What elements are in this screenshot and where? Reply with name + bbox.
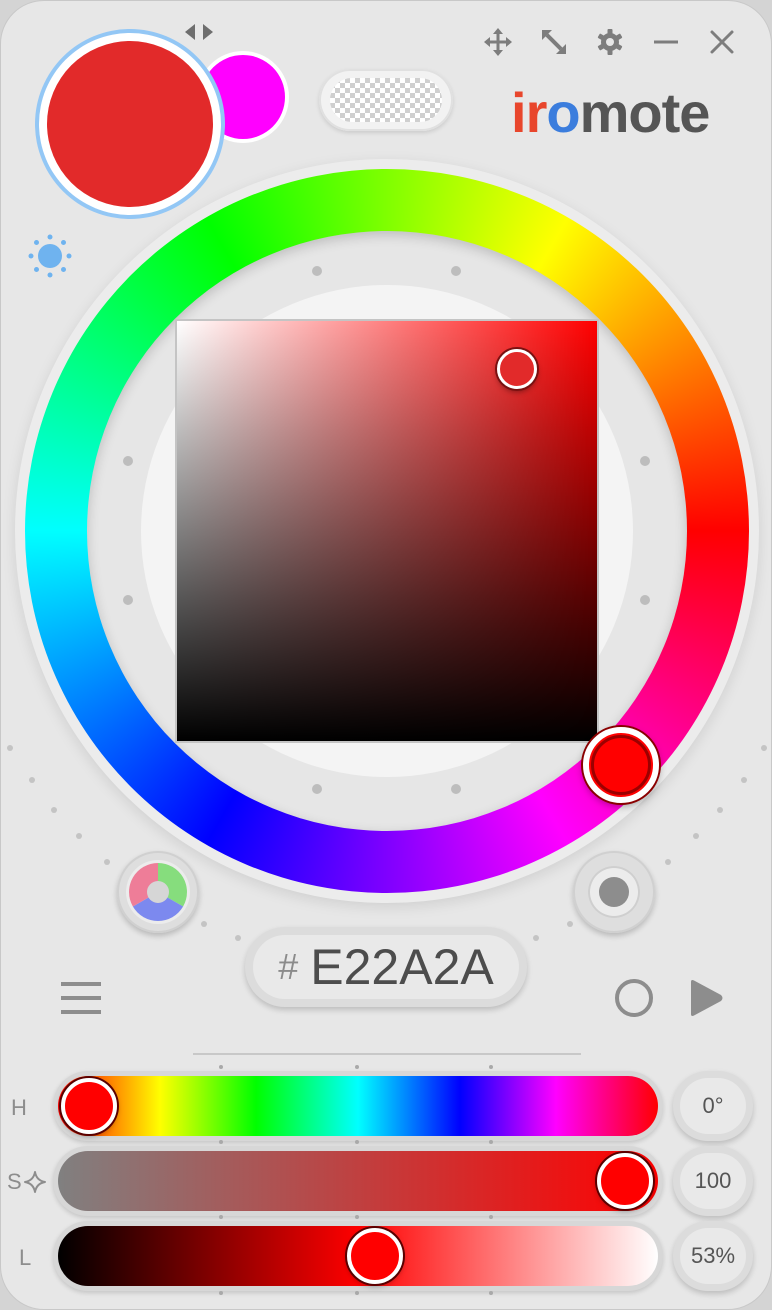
arc-dot — [29, 777, 35, 783]
saturation-value-box[interactable]: 100 — [673, 1146, 753, 1216]
wheel-guide-dot — [451, 784, 461, 794]
wheel-guide-dot — [312, 784, 322, 794]
close-button[interactable] — [705, 25, 739, 59]
harmony-mode-button[interactable] — [117, 851, 199, 933]
slider-tick — [355, 1291, 359, 1295]
slider-tick — [355, 1215, 359, 1219]
slider-tick — [219, 1291, 223, 1295]
circle-icon[interactable] — [613, 977, 655, 1019]
saturation-value[interactable]: 100 — [680, 1153, 746, 1209]
wheel-guide-dot — [451, 266, 461, 276]
sparkle-icon[interactable] — [23, 1170, 47, 1194]
arc-dot — [235, 935, 241, 941]
transparency-checker — [330, 78, 442, 122]
hex-input-inner: # E22A2A — [253, 935, 519, 999]
saturation-value-square[interactable] — [177, 321, 597, 741]
minimize-icon — [654, 40, 678, 44]
hue-slider-knob[interactable] — [61, 1078, 117, 1134]
saturation-slider-label: S — [7, 1169, 22, 1194]
saturation-slider[interactable] — [53, 1146, 663, 1216]
slider-tick — [219, 1140, 223, 1144]
primary-color-fill — [47, 41, 213, 207]
arc-dot — [104, 859, 110, 865]
saturation-slider-knob[interactable] — [597, 1153, 653, 1209]
transparent-color-button[interactable] — [319, 69, 453, 131]
lightness-slider[interactable] — [53, 1221, 663, 1291]
hex-hash-symbol: # — [278, 946, 299, 987]
slider-tick — [489, 1291, 493, 1295]
saturation-gradient — [58, 1151, 658, 1211]
move-icon — [484, 28, 512, 56]
hue-value-box[interactable]: 0° — [673, 1071, 753, 1141]
lightness-slider-label: L — [19, 1245, 32, 1270]
slider-tick — [219, 1065, 223, 1069]
gear-icon — [597, 29, 623, 55]
arc-dot — [717, 807, 723, 813]
app-logo: iromote — [511, 81, 710, 144]
menu-icon[interactable] — [59, 979, 103, 1017]
resize-button[interactable] — [537, 25, 571, 59]
lightness-value-box[interactable]: 53% — [673, 1221, 753, 1291]
swap-colors-icon[interactable] — [181, 21, 217, 43]
arc-dot — [51, 807, 57, 813]
saturation-value-handle[interactable] — [497, 349, 537, 389]
move-button[interactable] — [481, 25, 515, 59]
record-button-inner — [588, 866, 640, 918]
arc-dot — [741, 777, 747, 783]
arc-dot — [761, 745, 767, 751]
wheel-guide-dot — [640, 595, 650, 605]
arc-dot — [665, 859, 671, 865]
color-picker-window: iromote # E22A2A H 0° S 100 L 53% — [0, 0, 772, 1310]
hue-value[interactable]: 0° — [680, 1078, 746, 1134]
hex-input-box[interactable]: # E22A2A — [245, 927, 527, 1007]
record-button[interactable] — [573, 851, 655, 933]
slider-tick — [489, 1065, 493, 1069]
play-icon[interactable] — [685, 977, 727, 1019]
slider-tick — [489, 1215, 493, 1219]
wheel-guide-dot — [312, 266, 322, 276]
close-icon — [710, 30, 734, 54]
saturation-label-group: S — [7, 1169, 47, 1195]
hue-ring-handle[interactable] — [583, 727, 659, 803]
record-dot-icon — [599, 877, 629, 907]
color-harmony-icon — [126, 860, 190, 924]
arc-dot — [7, 745, 13, 751]
arc-dot — [567, 921, 573, 927]
wheel-guide-dot — [123, 456, 133, 466]
section-divider — [193, 1053, 581, 1055]
arc-dot — [533, 935, 539, 941]
arc-dot — [76, 833, 82, 839]
wheel-guide-dot — [640, 456, 650, 466]
brightness-icon[interactable] — [27, 233, 73, 279]
hue-slider[interactable] — [53, 1071, 663, 1141]
lightness-value[interactable]: 53% — [680, 1228, 746, 1284]
hex-value[interactable]: E22A2A — [310, 938, 493, 996]
hue-gradient — [58, 1076, 658, 1136]
hue-slider-label: H — [11, 1095, 27, 1120]
resize-icon — [542, 30, 566, 54]
arc-dot — [201, 921, 207, 927]
slider-tick — [219, 1215, 223, 1219]
slider-tick — [355, 1065, 359, 1069]
primary-color-swatch[interactable] — [39, 33, 221, 215]
settings-button[interactable] — [593, 25, 627, 59]
lightness-slider-knob[interactable] — [347, 1228, 403, 1284]
minimize-button[interactable] — [649, 25, 683, 59]
slider-tick — [355, 1140, 359, 1144]
wheel-guide-dot — [123, 595, 133, 605]
slider-tick — [489, 1140, 493, 1144]
arc-dot — [693, 833, 699, 839]
